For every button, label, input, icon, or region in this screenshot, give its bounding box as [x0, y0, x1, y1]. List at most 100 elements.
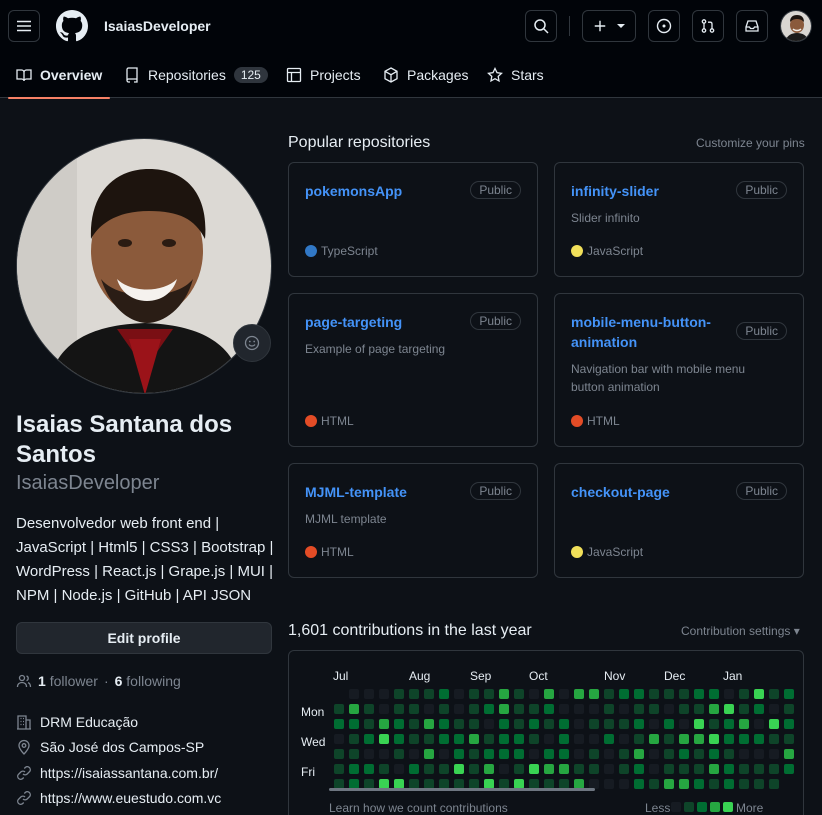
contribution-day[interactable]	[574, 734, 584, 744]
contribution-day[interactable]	[694, 734, 704, 744]
contribution-day[interactable]	[514, 764, 524, 774]
contribution-day[interactable]	[469, 749, 479, 759]
contribution-day[interactable]	[514, 719, 524, 729]
contribution-day[interactable]	[664, 764, 674, 774]
contribution-day[interactable]	[664, 704, 674, 714]
contribution-day[interactable]	[469, 704, 479, 714]
contribution-day[interactable]	[379, 704, 389, 714]
contribution-day[interactable]	[724, 734, 734, 744]
contribution-day[interactable]	[649, 734, 659, 744]
contribution-day[interactable]	[634, 779, 644, 789]
followers-link[interactable]: 1 follower	[38, 673, 98, 689]
contribution-day[interactable]	[709, 704, 719, 714]
tab-projects[interactable]: Projects	[286, 52, 361, 98]
contribution-day[interactable]	[334, 719, 344, 729]
create-new-button[interactable]	[582, 10, 636, 42]
contribution-day[interactable]	[544, 749, 554, 759]
header-username[interactable]: IsaiasDeveloper	[104, 18, 211, 34]
contribution-day[interactable]	[574, 749, 584, 759]
contribution-day[interactable]	[664, 689, 674, 699]
contribution-day[interactable]	[364, 764, 374, 774]
contribution-day[interactable]	[469, 689, 479, 699]
contribution-day[interactable]	[709, 734, 719, 744]
contribution-day[interactable]	[709, 719, 719, 729]
edit-profile-button[interactable]: Edit profile	[16, 622, 272, 654]
repo-name-link[interactable]: infinity-slider	[571, 181, 731, 201]
contribution-day[interactable]	[379, 734, 389, 744]
contribution-day[interactable]	[529, 689, 539, 699]
contribution-day[interactable]	[619, 704, 629, 714]
contribution-day[interactable]	[484, 749, 494, 759]
contribution-day[interactable]	[634, 704, 644, 714]
contribution-day[interactable]	[724, 689, 734, 699]
contribution-day[interactable]	[544, 764, 554, 774]
contribution-day[interactable]	[379, 764, 389, 774]
tab-packages[interactable]: Packages	[383, 52, 468, 98]
contribution-day[interactable]	[379, 749, 389, 759]
contribution-day[interactable]	[484, 734, 494, 744]
contribution-day[interactable]	[409, 749, 419, 759]
contribution-day[interactable]	[784, 764, 794, 774]
contribution-day[interactable]	[454, 689, 464, 699]
contribution-day[interactable]	[574, 764, 584, 774]
contribution-day[interactable]	[499, 749, 509, 759]
contribution-day[interactable]	[424, 764, 434, 774]
repo-name-link[interactable]: MJML-template	[305, 482, 465, 502]
contribution-day[interactable]	[529, 719, 539, 729]
contribution-day[interactable]	[514, 704, 524, 714]
contribution-day[interactable]	[604, 749, 614, 759]
contribution-day[interactable]	[724, 749, 734, 759]
contribution-day[interactable]	[364, 689, 374, 699]
contribution-day[interactable]	[559, 704, 569, 714]
contribution-day[interactable]	[409, 719, 419, 729]
contribution-day[interactable]	[709, 749, 719, 759]
contribution-day[interactable]	[724, 779, 734, 789]
contribution-day[interactable]	[679, 734, 689, 744]
contribution-day[interactable]	[649, 719, 659, 729]
contribution-day[interactable]	[499, 719, 509, 729]
contribution-day[interactable]	[664, 749, 674, 759]
contribution-day[interactable]	[769, 689, 779, 699]
contribution-day[interactable]	[679, 704, 689, 714]
contribution-day[interactable]	[739, 719, 749, 729]
contribution-day[interactable]	[784, 704, 794, 714]
contribution-day[interactable]	[634, 764, 644, 774]
contribution-day[interactable]	[694, 779, 704, 789]
contribution-day[interactable]	[589, 719, 599, 729]
contribution-day[interactable]	[694, 719, 704, 729]
website-text[interactable]: https://isaiassantana.com.br/	[40, 765, 218, 781]
contribution-day[interactable]	[754, 734, 764, 744]
contribution-day[interactable]	[649, 704, 659, 714]
contribution-day[interactable]	[529, 704, 539, 714]
contribution-day[interactable]	[529, 749, 539, 759]
tab-repositories[interactable]: Repositories 125	[124, 52, 268, 98]
contribution-day[interactable]	[604, 764, 614, 774]
contribution-day[interactable]	[439, 689, 449, 699]
contribution-day[interactable]	[604, 719, 614, 729]
contribution-day[interactable]	[529, 734, 539, 744]
contribution-day[interactable]	[679, 764, 689, 774]
contribution-day[interactable]	[754, 689, 764, 699]
profile-avatar[interactable]	[16, 138, 272, 394]
contribution-day[interactable]	[604, 704, 614, 714]
contribution-day[interactable]	[574, 704, 584, 714]
contribution-day[interactable]	[484, 689, 494, 699]
contribution-day[interactable]	[454, 704, 464, 714]
contribution-day[interactable]	[334, 764, 344, 774]
pull-requests-button[interactable]	[692, 10, 724, 42]
contribution-day[interactable]	[664, 734, 674, 744]
contribution-day[interactable]	[379, 719, 389, 729]
contribution-day[interactable]	[739, 779, 749, 789]
tab-stars[interactable]: Stars	[487, 52, 544, 98]
contribution-day[interactable]	[469, 764, 479, 774]
contribution-day[interactable]	[769, 779, 779, 789]
contribution-day[interactable]	[394, 689, 404, 699]
contribution-day[interactable]	[484, 719, 494, 729]
contribution-day[interactable]	[784, 689, 794, 699]
contribution-day[interactable]	[619, 734, 629, 744]
contribution-day[interactable]	[619, 779, 629, 789]
contribution-day[interactable]	[769, 764, 779, 774]
contribution-day[interactable]	[679, 719, 689, 729]
calendar-scrollbar[interactable]	[329, 788, 595, 791]
contribution-day[interactable]	[514, 689, 524, 699]
